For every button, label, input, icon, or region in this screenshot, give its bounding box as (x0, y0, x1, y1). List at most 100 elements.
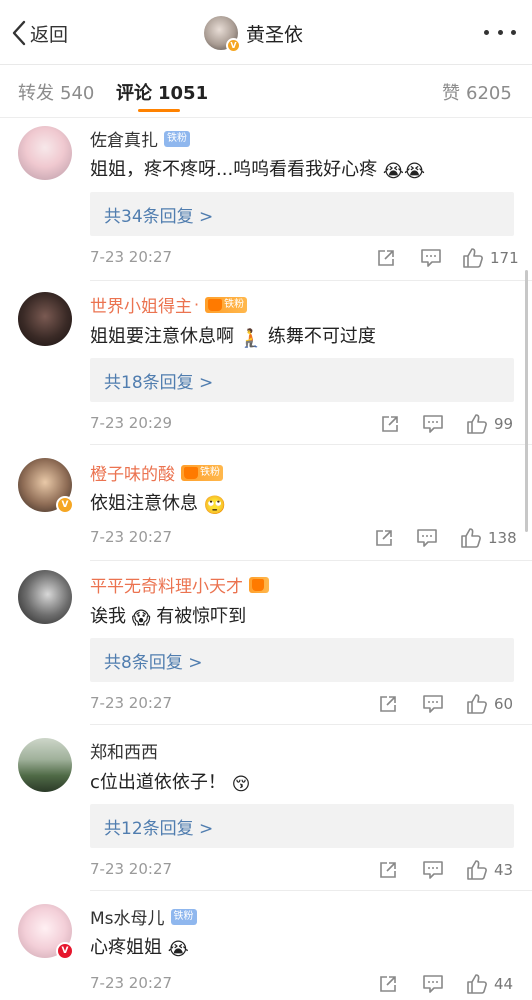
comment-author[interactable]: 佐倉真扎 铁粉 (90, 126, 190, 151)
avatar-image (18, 292, 72, 346)
comment-author[interactable]: 平平无奇料理小天才 (90, 572, 269, 597)
like-count: 138 (488, 529, 517, 547)
avatar: V (204, 16, 241, 53)
share-button[interactable] (376, 246, 396, 270)
username: 世界小姐得主 (90, 297, 192, 317)
fan-badge: 铁粉 (170, 908, 197, 925)
comment-text: 姐姐，疼不疼呀...呜呜看看我好心疼 😭😭 (90, 155, 425, 182)
fan-badge-label: 铁粉 (200, 466, 220, 478)
avatar-image (18, 570, 72, 624)
reply-button[interactable] (422, 412, 444, 436)
avatar[interactable]: V (18, 904, 74, 960)
username: 佐倉真扎 (90, 131, 158, 151)
timestamp: 7-23 20:27 (90, 974, 173, 992)
comment-text-content: 有被惊吓到 (156, 606, 247, 627)
share-icon (380, 976, 396, 992)
fan-badge: 铁粉 (205, 296, 248, 313)
comment-text-content: 依姐注意休息 (90, 493, 198, 514)
profile-title[interactable]: V 黄圣依 (204, 14, 303, 53)
scrollbar[interactable] (525, 270, 528, 532)
like-button[interactable]: 60 (466, 692, 513, 716)
reply-button[interactable] (420, 246, 442, 270)
tab-repost[interactable]: 转发 540 (18, 79, 94, 105)
eyeroll-emoji: 🙄 (203, 495, 227, 516)
comment-icon (417, 529, 437, 547)
divider (90, 724, 532, 725)
thumbs-up-icon (461, 528, 481, 548)
back-label: 返回 (30, 23, 69, 46)
divider (90, 560, 532, 561)
back-button[interactable]: 返回 (12, 18, 68, 48)
username: 橙子味的酸 (90, 465, 175, 485)
fan-badge-label: 铁粉 (224, 298, 245, 310)
kissing-emoji: 😚 (231, 774, 251, 795)
comment-author[interactable]: 橙子味的酸 铁粉 (90, 460, 223, 485)
share-button[interactable] (378, 972, 398, 996)
username: 平平无奇料理小天才 (90, 577, 243, 597)
username: Ms水母儿 (90, 909, 165, 929)
timestamp: 7-23 20:27 (90, 248, 173, 266)
like-button[interactable]: 171 (462, 246, 519, 270)
comment-author[interactable]: 郑和西西 (90, 738, 158, 763)
reply-button[interactable] (422, 972, 444, 996)
comment-icon (421, 249, 441, 267)
person-emoji: 🧎 (239, 328, 263, 349)
view-replies-link[interactable]: 共8条回复 > (90, 638, 514, 682)
tab-comments[interactable]: 评论 1051 (116, 79, 208, 105)
like-button[interactable]: 44 (466, 972, 513, 996)
comment-author[interactable]: 世界小姐得主 · 铁粉 (90, 292, 248, 317)
comment-text: 诶我 😱 有被惊吓到 (90, 602, 246, 629)
divider (90, 280, 532, 281)
avatar-image (18, 738, 72, 792)
separator-dot: · (194, 295, 200, 314)
verified-icon: V (56, 942, 74, 960)
share-icon (376, 530, 392, 546)
comment-author[interactable]: Ms水母儿 铁粉 (90, 904, 197, 929)
comment-text: c位出道依依子！ 😚 (90, 768, 250, 795)
crying-emoji: 😭😭 (382, 161, 425, 182)
more-options-button[interactable] (484, 22, 516, 42)
share-icon (380, 696, 396, 712)
like-button[interactable]: 99 (466, 412, 513, 436)
comment-text: 心疼姐姐 😭 (90, 933, 189, 960)
view-replies-link[interactable]: 共12条回复 > (90, 804, 514, 848)
share-button[interactable] (374, 526, 394, 550)
reply-button[interactable] (422, 692, 444, 716)
crying-emoji: 😭 (167, 939, 189, 960)
avatar[interactable] (18, 292, 72, 346)
avatar[interactable] (18, 738, 72, 792)
tab-likes[interactable]: 赞 6205 (442, 79, 512, 105)
like-count: 44 (494, 975, 514, 993)
avatar-image (18, 126, 72, 180)
crown-icon (184, 466, 198, 479)
timestamp: 7-23 20:29 (90, 414, 173, 432)
comment-icon (423, 861, 443, 879)
avatar[interactable] (18, 570, 72, 624)
reply-button[interactable] (416, 526, 438, 550)
comment-meta: 7-23 20:27 171 (90, 246, 519, 270)
like-count: 99 (494, 415, 514, 433)
tab-bar: 转发 540 评论 1051 赞 6205 (0, 65, 532, 117)
like-button[interactable]: 43 (466, 858, 513, 882)
comment-text-content: 诶我 (90, 606, 126, 627)
like-count: 60 (494, 695, 514, 713)
tab-repost-count: 540 (60, 83, 95, 104)
share-button[interactable] (380, 412, 400, 436)
like-button[interactable]: 138 (460, 526, 517, 550)
tab-comments-count: 1051 (158, 83, 209, 104)
share-icon (378, 250, 394, 266)
thumbs-up-icon (467, 414, 487, 434)
divider (0, 117, 532, 118)
share-icon (382, 416, 398, 432)
avatar[interactable]: V (18, 458, 74, 514)
reply-button[interactable] (422, 858, 444, 882)
username: 郑和西西 (90, 743, 158, 763)
share-button[interactable] (378, 692, 398, 716)
share-button[interactable] (378, 858, 398, 882)
avatar[interactable] (18, 126, 72, 180)
view-replies-link[interactable]: 共34条回复 > (90, 192, 514, 236)
fan-badge: 铁粉 (181, 464, 223, 481)
comment-text: 姐姐要注意休息啊 🧎 练舞不可过度 (90, 322, 376, 349)
view-replies-link[interactable]: 共18条回复 > (90, 358, 514, 402)
chevron-left-icon (12, 20, 26, 46)
